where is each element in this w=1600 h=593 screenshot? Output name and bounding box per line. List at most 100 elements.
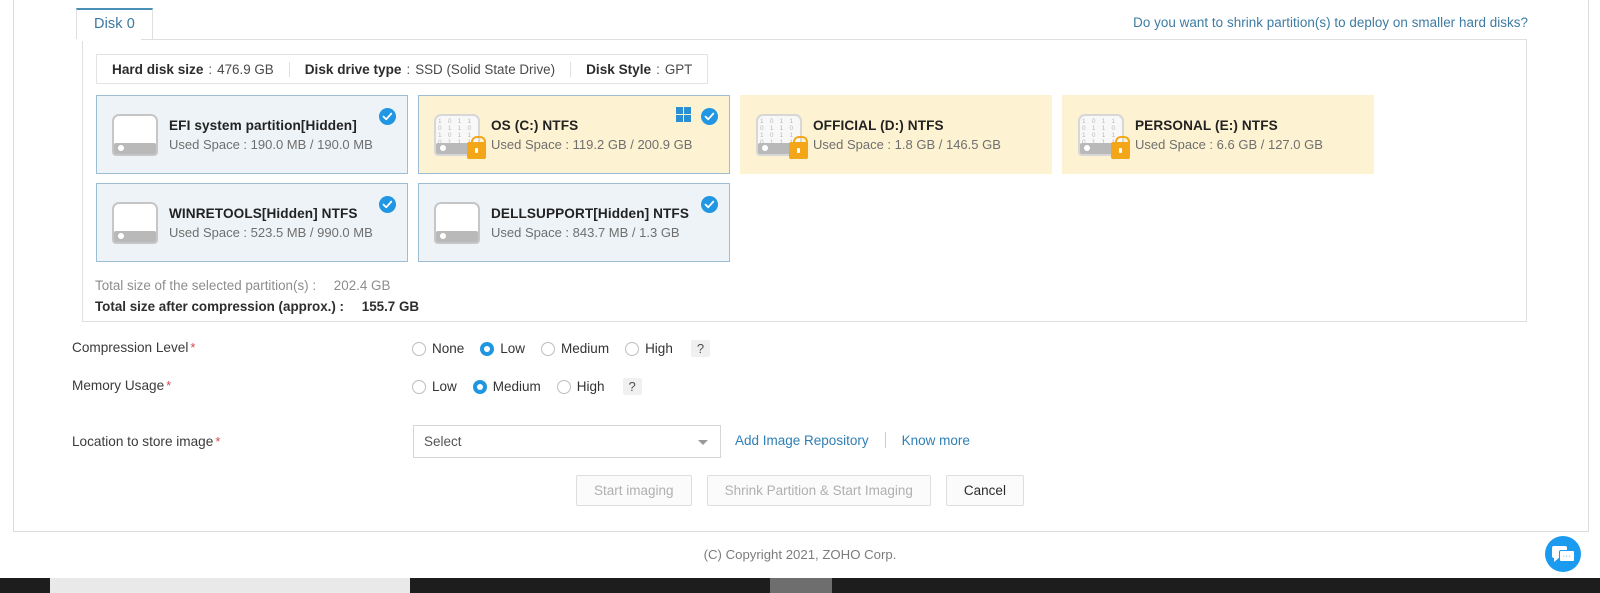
partition-title: OFFICIAL (D:) NTFS [813,117,944,133]
partition-used-space: Used Space : 1.8 GB / 146.5 GB [813,136,1001,152]
windows-logo-icon [676,107,691,122]
memory-option-high[interactable]: High [556,379,605,394]
partition-card[interactable]: EFI system partition[Hidden] Used Space :… [96,95,408,174]
disk-info-separator: : [208,61,213,77]
partition-card[interactable]: WINRETOOLS[Hidden] NTFS Used Space : 523.… [96,183,408,262]
compression-option-high[interactable]: High [625,341,673,356]
tab-disk-0[interactable]: Disk 0 [76,8,153,39]
memory-usage-label: Memory Usage * [72,378,171,393]
memory-usage-radios: Low Medium High? [412,378,642,395]
partition-used-space: Used Space : 6.6 GB / 127.0 GB [1135,136,1323,152]
compression-option-none[interactable]: None [412,341,464,356]
encrypted-drive-icon: 1 0 1 10 1 1 01 0 1 10 1 1 1 [1073,110,1130,160]
chat-widget-button[interactable]: ••• [1545,536,1581,572]
partition-used-space: Used Space : 843.7 MB / 1.3 GB [491,224,680,240]
partition-title: PERSONAL (E:) NTFS [1135,117,1278,133]
copyright-text: (C) Copyright 2021, ZOHO Corp. [703,546,897,562]
disk-info-separator: : [406,61,411,77]
partition-text: WINRETOOLS[Hidden] NTFS Used Space : 523.… [169,206,407,240]
radio-dot [472,379,487,394]
encrypted-drive-icon: 1 0 1 10 1 1 01 0 1 10 1 1 1 [751,110,808,160]
partition-used-space: Used Space : 190.0 MB / 190.0 MB [169,136,373,152]
location-required-marker: * [215,434,221,449]
compression-required-marker: * [190,340,196,355]
compression-level-text: Compression Level [72,340,189,355]
chat-bubble-secondary-icon: ••• [1559,550,1575,562]
cancel-button[interactable]: Cancel [945,475,1024,506]
radio-dot [541,341,556,356]
lock-icon [789,135,808,159]
add-image-repository-link[interactable]: Add Image Repository [735,433,869,448]
compression-option-low[interactable]: Low [480,341,525,356]
total-compressed-label: Total size after compression (approx.) : [95,299,345,314]
location-links: Add Image Repository Know more [735,432,970,448]
checkmark-icon[interactable] [379,108,396,125]
partition-card[interactable]: 1 0 1 10 1 1 01 0 1 10 1 1 1OFFICIAL (D:… [740,95,1052,174]
lock-icon [467,135,486,159]
radio-label: High [645,341,673,356]
disk-info-value: SSD (Solid State Drive) [415,61,556,77]
memory-required-marker: * [166,378,172,393]
partition-card[interactable]: 1 0 1 10 1 1 01 0 1 10 1 1 1PERSONAL (E:… [1062,95,1374,174]
total-compressed-row: Total size after compression (approx.) :… [95,299,419,314]
partition-used-space: Used Space : 119.2 GB / 200.9 GB [491,136,693,152]
location-select-value: Select [424,434,462,449]
compression-option-medium[interactable]: Medium [541,341,609,356]
location-select[interactable]: Select [413,425,721,458]
partition-grid: EFI system partition[Hidden] Used Space :… [96,95,1514,271]
location-select-wrap: Select [413,425,721,458]
memory-help-icon[interactable]: ? [622,378,642,395]
location-label: Location to store image * [72,434,220,449]
disk-info-key: Disk drive type [304,61,402,77]
disk-tabs: Disk 0 [76,8,153,40]
disk-info-value: 476.9 GB [217,61,274,77]
checkmark-icon[interactable] [379,196,396,213]
system-bottom-bar [0,578,1600,593]
checkmark-icon[interactable] [701,108,718,125]
disk-info-key: Disk Style [586,61,652,77]
partition-card[interactable]: DELLSUPPORT[Hidden] NTFS Used Space : 843… [418,183,730,262]
compression-level-radios: None Low Medium High? [412,340,711,357]
partition-text: DELLSUPPORT[Hidden] NTFS Used Space : 843… [491,206,729,240]
disk-info-cell: Disk drive type: SSD (Solid State Drive) [288,61,570,77]
partition-title: WINRETOOLS[Hidden] NTFS [169,205,358,221]
memory-usage-row: Memory Usage * Low Medium High? [0,378,1600,416]
radio-label: Medium [561,341,610,356]
disk-info-bar: Hard disk size:476.9 GB Disk drive type: S… [96,54,709,84]
radio-dot [412,341,426,356]
know-more-link[interactable]: Know more [902,433,970,448]
radio-label: Low [500,341,526,356]
scrollbar-segment[interactable] [770,578,832,593]
partition-text: OS (C:) NTFS Used Space : 119.2 GB / 200.… [491,118,729,152]
imaging-wizard-page: Disk 0 Do you want to shrink partition(s… [0,0,1600,593]
memory-option-low[interactable]: Low [412,379,457,394]
disk-info-cell: Disk Style: GPT [570,61,707,77]
radio-dot [556,379,571,394]
partition-title: EFI system partition[Hidden] [169,117,357,133]
partition-card[interactable]: 1 0 1 10 1 1 01 0 1 10 1 1 1OS (C:) NTFS… [418,95,730,174]
disk-info-key: Hard disk size [112,61,204,77]
disk-info-cell: Hard disk size:476.9 GB [97,62,289,77]
radio-label: Medium [492,379,541,394]
shrink-partition-start-imaging-button: Shrink Partition & Start Imaging [706,475,931,506]
shrink-partition-link[interactable]: Do you want to shrink partition(s) to de… [1133,15,1528,30]
checkmark-icon[interactable] [701,196,718,213]
totals-summary: Total size of the selected partition(s) … [95,278,419,320]
partition-text: EFI system partition[Hidden] Used Space :… [169,118,407,152]
location-label-text: Location to store image [72,434,214,449]
partition-text: OFFICIAL (D:) NTFS Used Space : 1.8 GB / … [813,118,1051,152]
location-row: Location to store image * Select Add Imag… [0,425,1600,475]
link-divider [884,432,886,448]
horizontal-scrollbar-thumb[interactable] [50,578,410,593]
memory-option-medium[interactable]: Medium [472,379,541,394]
options-form: Compression Level * None Low Medium High? Me… [0,340,1600,475]
disk-info-value: GPT [664,61,693,77]
total-selected-row: Total size of the selected partition(s) … [95,278,419,293]
partition-text: PERSONAL (E:) NTFS Used Space : 6.6 GB / … [1135,118,1373,152]
action-buttons: Start imaging Shrink Partition & Start Im… [0,475,1600,506]
footer: (C) Copyright 2021, ZOHO Corp. [0,533,1600,575]
partition-title: DELLSUPPORT[Hidden] NTFS [491,205,689,221]
radio-dot [412,379,426,394]
radio-label: Low [432,379,457,394]
compression-help-icon[interactable]: ? [690,340,711,357]
